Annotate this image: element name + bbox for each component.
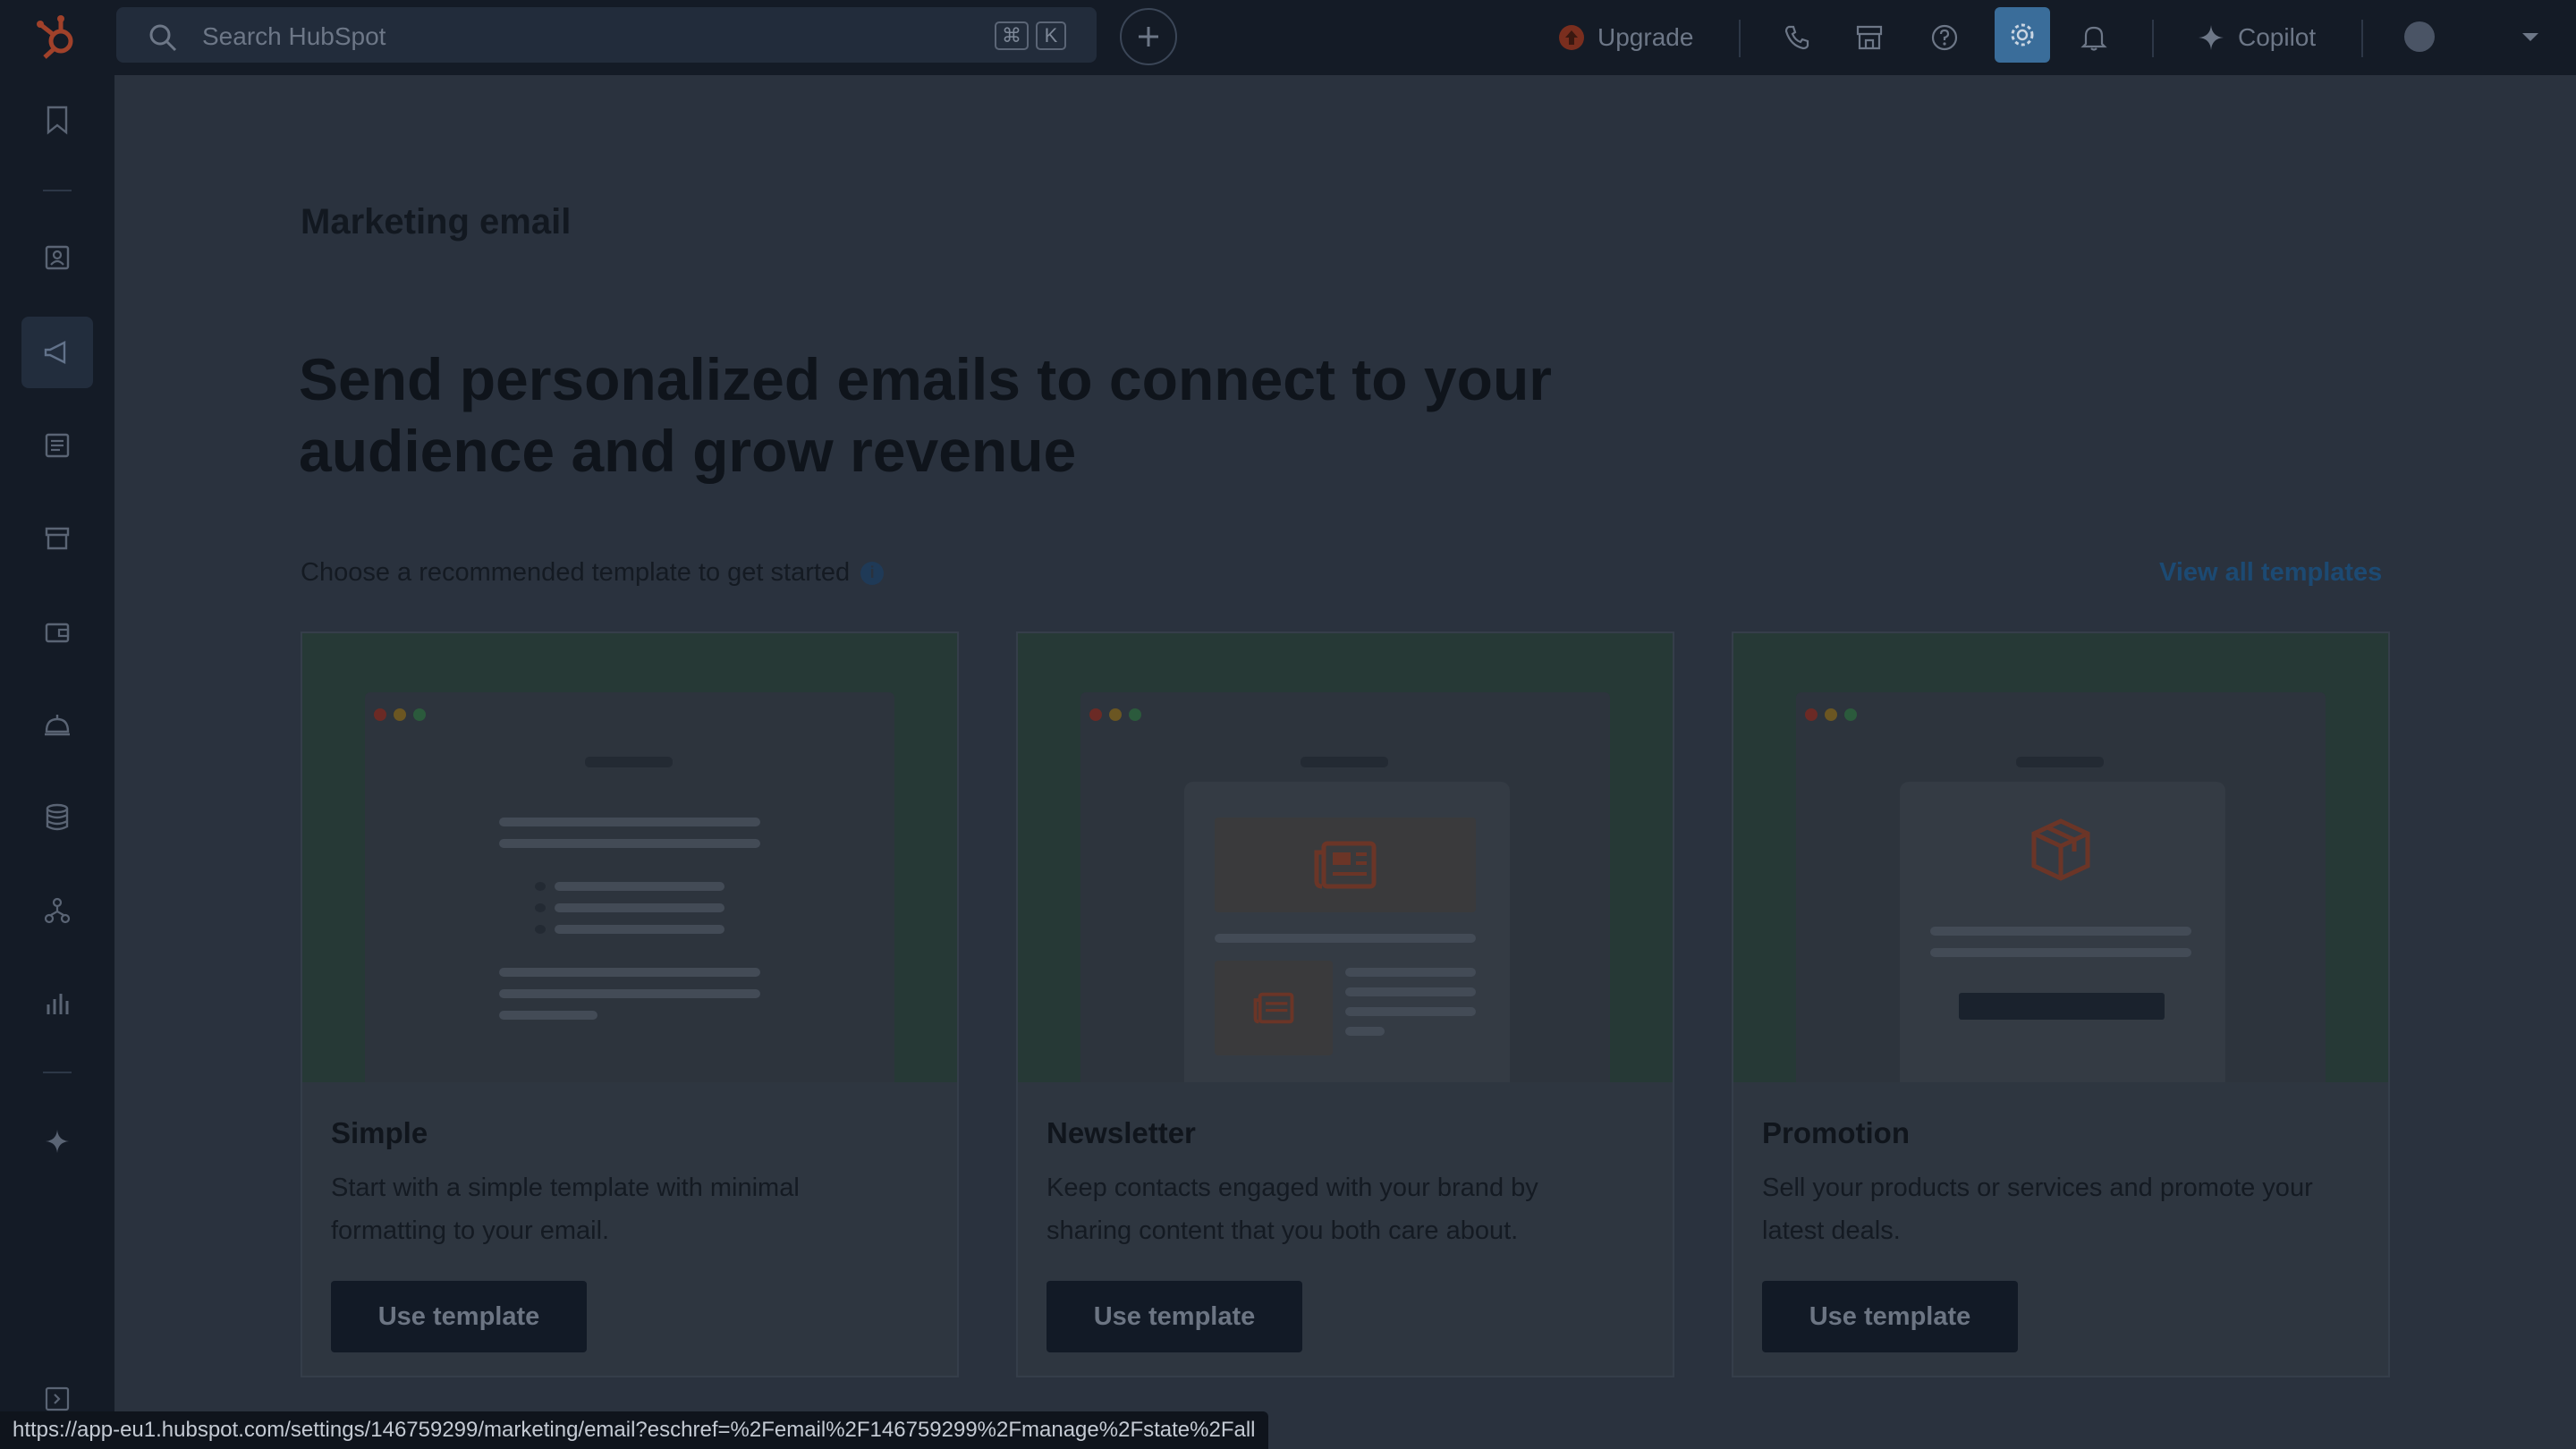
newspaper-icon: [1215, 818, 1476, 912]
bell-icon: [2080, 26, 2107, 51]
left-sidebar: [0, 75, 114, 1449]
card-title: Promotion: [1762, 1116, 1910, 1149]
sidebar-item-automation[interactable]: [21, 875, 93, 946]
store-icon: [1856, 25, 1883, 50]
sidebar-item-content[interactable]: [21, 410, 93, 481]
sidebar-divider: [43, 190, 72, 191]
phone-icon: [1784, 25, 1809, 50]
email-mockup: [1796, 692, 2326, 1082]
topbar-divider: [1739, 20, 1741, 57]
sidebar-item-crm[interactable]: [21, 222, 93, 293]
workflow-icon: [44, 897, 71, 924]
account-menu-toggle[interactable]: [2521, 0, 2540, 75]
page-title: Marketing email: [301, 202, 572, 242]
upgrade-arrow-icon: [1559, 25, 1584, 50]
bookmark-icon: [47, 106, 68, 135]
newspaper-icon: [1215, 961, 1333, 1055]
bar-chart-icon: [47, 994, 69, 1014]
marketplace-button[interactable]: [1855, 0, 1884, 75]
template-card-newsletter: Newsletter Keep contacts engaged with yo…: [1016, 631, 1674, 1377]
template-preview-promotion: [1733, 633, 2388, 1082]
create-new-button[interactable]: [1120, 8, 1177, 65]
topbar-divider: [2361, 20, 2363, 57]
info-icon[interactable]: i: [860, 561, 885, 585]
top-navigation-bar: Search HubSpot ⌘ K Upgrade Copilot: [0, 0, 2576, 75]
shortcut-k-key: K: [1036, 21, 1066, 50]
card-description: Start with a simple template with minima…: [331, 1174, 800, 1245]
upgrade-button[interactable]: Upgrade: [1558, 0, 1693, 75]
plus-icon: [1139, 27, 1158, 47]
help-icon: [1931, 24, 1958, 51]
use-template-button[interactable]: Use template: [1046, 1281, 1302, 1352]
template-prompt: Choose a recommended template to get sta…: [301, 558, 885, 588]
gear-icon: [2011, 23, 2034, 47]
wallet-icon: [45, 623, 70, 643]
content-icon: [45, 433, 70, 458]
sidebar-item-marketing[interactable]: [21, 317, 93, 388]
email-mockup: [365, 692, 894, 1082]
sparkle-icon: [2199, 25, 2224, 50]
card-description: Keep contacts engaged with your brand by…: [1046, 1174, 1538, 1245]
template-preview-simple: [302, 633, 957, 1082]
expand-sidebar-icon: [45, 1386, 70, 1411]
help-button[interactable]: [1930, 0, 1959, 75]
shortcut-cmd-key: ⌘: [995, 21, 1029, 50]
copilot-label: Copilot: [2238, 23, 2317, 51]
notifications-button[interactable]: [2080, 0, 2107, 75]
search-bar[interactable]: Search HubSpot ⌘ K: [116, 7, 1097, 63]
sidebar-item-commerce[interactable]: [21, 503, 93, 574]
settings-button[interactable]: [1995, 7, 2050, 63]
card-description: Sell your products or services and promo…: [1762, 1174, 2313, 1245]
template-prompt-text: Choose a recommended template to get sta…: [301, 558, 851, 587]
topbar-divider: [2152, 20, 2154, 57]
sidebar-item-reporting[interactable]: [21, 968, 93, 1039]
database-icon: [46, 803, 69, 831]
use-template-button[interactable]: Use template: [331, 1281, 587, 1352]
card-title: Simple: [331, 1116, 428, 1149]
search-icon: [148, 23, 177, 56]
contacts-icon: [45, 245, 70, 270]
use-template-button[interactable]: Use template: [1762, 1281, 2018, 1352]
sidebar-item-service[interactable]: [21, 689, 93, 760]
sidebar-item-breeze[interactable]: [21, 1106, 93, 1177]
search-input[interactable]: Search HubSpot: [202, 22, 386, 51]
upgrade-label: Upgrade: [1597, 23, 1694, 51]
link-preview-status: https://app-eu1.hubspot.com/settings/146…: [0, 1411, 1268, 1449]
chevron-down-icon: [2522, 33, 2538, 41]
card-title: Newsletter: [1046, 1116, 1196, 1149]
template-preview-newsletter: [1018, 633, 1673, 1082]
email-mockup: [1080, 692, 1610, 1082]
calling-button[interactable]: [1784, 0, 1810, 75]
view-all-templates-link[interactable]: View all templates: [2159, 558, 2382, 588]
storefront-icon: [45, 527, 70, 550]
sidebar-item-sales[interactable]: [21, 596, 93, 667]
template-card-simple: Simple Start with a simple template with…: [301, 631, 959, 1377]
copilot-button[interactable]: Copilot: [2197, 0, 2316, 75]
sidebar-item-data-management[interactable]: [21, 782, 93, 853]
user-avatar[interactable]: [2404, 21, 2435, 52]
template-card-promotion: Promotion Sell your products or services…: [1732, 631, 2390, 1377]
package-icon: [2030, 818, 2091, 886]
sidebar-divider: [43, 1072, 72, 1073]
hero-heading: Send personalized emails to connect to y…: [299, 346, 1552, 484]
main-content: Marketing email Send personalized emails…: [114, 75, 2576, 1449]
megaphone-icon: [44, 341, 66, 364]
hubspot-logo-icon[interactable]: [34, 13, 80, 63]
sidebar-item-bookmarks[interactable]: [21, 84, 93, 156]
service-bell-icon: [45, 715, 70, 736]
sparkle-icon: [46, 1130, 69, 1153]
